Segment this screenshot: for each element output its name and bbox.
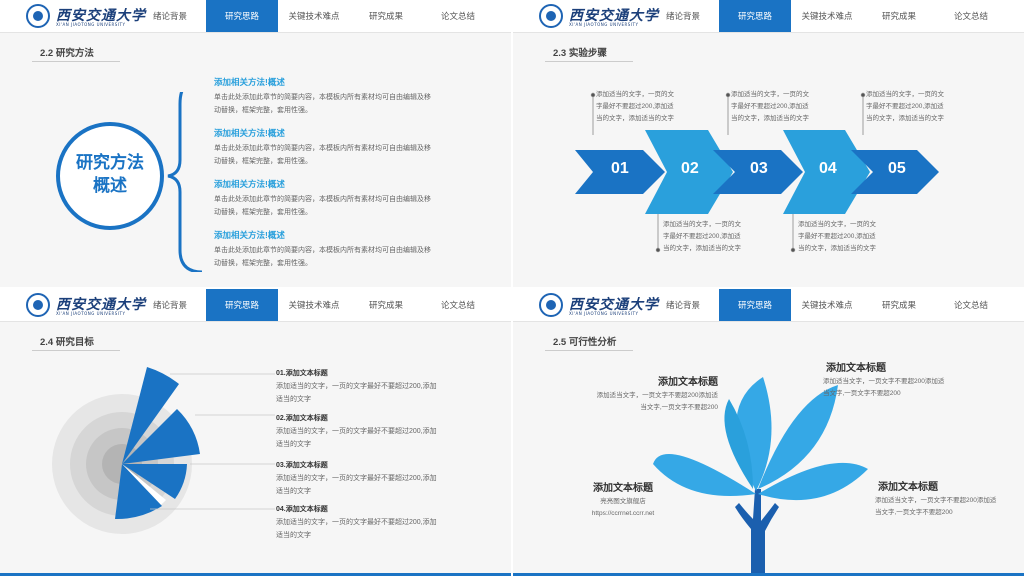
section-title: 2.2 研究方法 [40,48,94,59]
slide-research-goals: 西安交通大学 XI'AN JIAOTONG UNIVERSITY 绪论背景 研究… [0,289,511,576]
university-logo-icon [26,4,50,28]
block-body-2: 当文字,一页文字不要超200 [875,509,953,516]
circle-line-2: 概述 [93,176,127,195]
step-note-top: 添加适当的文字，一页的文 字最好不要超过200,添加适 当的文字，添加适当的文字 [731,89,809,125]
nav-item-summary[interactable]: 论文总结 [422,0,494,32]
method-item-body-1: 单击此处添加此章节的简要内容，本模板内所有素材均可自由编辑及移 [214,145,431,152]
block-title: 添加文本标题 [826,363,886,374]
tree-trunk-hand-icon [735,489,779,575]
slide-feasibility: 西安交通大学 XI'AN JIAOTONG UNIVERSITY 绪论背景 研究… [513,289,1024,576]
note-line: 字最好不要超过200,添加适 [798,233,876,240]
method-item: 添加相关方法!概述 单击此处添加此章节的简要内容，本模板内所有素材均可自由编辑及… [214,229,504,280]
note-line: 当的文字，添加适当的文字 [866,115,944,122]
step-note-bottom: 添加适当的文字，一页的文 字最好不要超过200,添加适 当的文字，添加适当的文字 [663,219,741,255]
note-line: 当的文字，添加适当的文字 [663,245,741,252]
block-body-1: 亮亮图文旗舰店 [600,498,646,505]
goal-item-title: 01.添加文本标题 [276,370,328,377]
goal-item: 04.添加文本标题 添加适当的文字，一页的文字最好不要超过200,添加 适当的文… [276,503,486,547]
note-line: 字最好不要超过200,添加适 [731,103,809,110]
method-list: 添加相关方法!概述 单击此处添加此章节的简要内容，本模板内所有素材均可自由编辑及… [214,76,504,280]
goal-item-title: 04.添加文本标题 [276,506,328,513]
method-item-body-2: 动替换，框架完整，套用性强。 [214,107,312,114]
feasibility-block: 添加文本标题 亮亮图文旗舰店 https://ccrrnet.ccrr.net [573,479,673,520]
brand-subtitle: XI'AN JIAOTONG UNIVERSITY [56,22,126,27]
step-label: 02 [681,160,699,177]
method-item-body-2: 动替换，框架完整，套用性强。 [214,260,312,267]
method-item-title: 添加相关方法!概述 [214,128,285,138]
note-line: 字最好不要超过200,添加适 [596,103,674,110]
method-item-title: 添加相关方法!概述 [214,77,285,87]
goal-item-body-1: 添加适当的文字，一页的文字最好不要超过200,添加 [276,475,437,482]
note-line: 当的文字，添加适当的文字 [798,245,876,252]
note-line: 添加适当的文字，一页的文 [866,91,944,98]
goal-item-body-1: 添加适当的文字，一页的文字最好不要超过200,添加 [276,519,437,526]
method-circle-text: 研究方法 概述 [40,151,180,197]
method-item: 添加相关方法!概述 单击此处添加此章节的简要内容，本模板内所有素材均可自由编辑及… [214,76,504,127]
note-line: 字最好不要超过200,添加适 [866,103,944,110]
note-line: 添加适当的文字，一页的文 [663,221,741,228]
method-item: 添加相关方法!概述 单击此处添加此章节的简要内容，本模板内所有素材均可自由编辑及… [214,178,504,229]
method-item-body-1: 单击此处添加此章节的简要内容，本模板内所有素材均可自由编辑及移 [214,196,431,203]
method-item-title: 添加相关方法!概述 [214,230,285,240]
goal-item: 01.添加文本标题 添加适当的文字，一页的文字最好不要超过200,添加 适当的文… [276,367,486,412]
note-line: 添加适当的文字，一页的文 [731,91,809,98]
goal-item: 02.添加文本标题 添加适当的文字，一页的文字最好不要超过200,添加 适当的文… [276,412,486,459]
goal-list: 01.添加文本标题 添加适当的文字，一页的文字最好不要超过200,添加 适当的文… [276,367,486,547]
note-line: 字最好不要超过200,添加适 [663,233,741,240]
note-line: 当的文字，添加适当的文字 [596,115,674,122]
method-item: 添加相关方法!概述 单击此处添加此章节的简要内容，本模板内所有素材均可自由编辑及… [214,127,504,178]
step-label: 05 [888,160,906,177]
method-item-title: 添加相关方法!概述 [214,179,285,189]
block-body-1: 添加适当文字，一页文字不要超200添加适 [596,392,718,399]
goal-item-title: 02.添加文本标题 [276,415,328,422]
steps-graphic [575,92,939,253]
nav-item-approach[interactable]: 研究思路 [206,0,278,32]
slide-research-method: 西安交通大学 XI'AN JIAOTONG UNIVERSITY 绪论背景 研究… [0,0,511,287]
step-note-bottom: 添加适当的文字，一页的文 字最好不要超过200,添加适 当的文字，添加适当的文字 [798,219,876,255]
feasibility-block: 添加文本标题 添加适当文字，一页文字不要超200添加适 当文字,一页文字不要超2… [558,373,718,414]
header: 西安交通大学 XI'AN JIAOTONG UNIVERSITY 绪论背景 研究… [0,0,511,33]
step-label: 01 [611,160,629,177]
feasibility-block: 添加文本标题 添加适当文字，一页文字不要超200添加适 当文字,一页文字不要超2… [875,478,1015,519]
slide-grid: 西安交通大学 XI'AN JIAOTONG UNIVERSITY 绪论背景 研究… [0,0,1024,577]
goal-item-body-1: 添加适当的文字，一页的文字最好不要超过200,添加 [276,428,437,435]
note-line: 添加适当的文字，一页的文 [596,91,674,98]
block-body-2: 当文字,一页文字不要超200 [823,390,901,397]
block-title: 添加文本标题 [593,483,653,494]
goal-item-body-1: 添加适当的文字，一页的文字最好不要超过200,添加 [276,383,437,390]
method-item-body-1: 单击此处添加此章节的简要内容，本模板内所有素材均可自由编辑及移 [214,94,431,101]
feasibility-block: 添加文本标题 添加适当文字，一页文字不要超200添加适 当文字,一页文字不要超2… [823,359,993,400]
circle-line-1: 研究方法 [76,153,144,172]
note-line: 当的文字，添加适当的文字 [731,115,809,122]
goal-item-body-2: 适当的文字 [276,441,311,448]
nav-item-difficulties[interactable]: 关键技术难点 [278,0,350,32]
note-line: 添加适当的文字，一页的文 [798,221,876,228]
footer-bar [513,573,1024,576]
top-nav: 绪论背景 研究思路 关键技术难点 研究成果 论文总结 [134,0,494,32]
method-item-body-2: 动替换，框架完整，套用性强。 [214,209,312,216]
goal-item: 03.添加文本标题 添加适当的文字，一页的文字最好不要超过200,添加 适当的文… [276,459,486,503]
section-underline [32,61,120,62]
block-title: 添加文本标题 [658,377,718,388]
goal-item-body-2: 适当的文字 [276,532,311,539]
tree-graphic [653,377,868,575]
step-note-top: 添加适当的文字，一页的文 字最好不要超过200,添加适 当的文字，添加适当的文字 [596,89,674,125]
nav-item-results[interactable]: 研究成果 [350,0,422,32]
method-item-body-1: 单击此处添加此章节的简要内容，本模板内所有素材均可自由编辑及移 [214,247,431,254]
footer-bar [0,573,511,576]
slide-experiment-steps: 西安交通大学 XI'AN JIAOTONG UNIVERSITY 绪论背景 研究… [513,0,1024,287]
method-item-body-2: 动替换，框架完整，套用性强。 [214,158,312,165]
block-body-2: 当文字,一页文字不要超200 [640,404,718,411]
step-label: 04 [819,160,837,177]
goal-item-body-2: 适当的文字 [276,396,311,403]
nav-item-background[interactable]: 绪论背景 [134,0,206,32]
block-title: 添加文本标题 [878,482,938,493]
block-body-2: https://ccrrnet.ccrr.net [591,510,655,517]
goal-item-title: 03.添加文本标题 [276,462,328,469]
step-label: 03 [750,160,768,177]
block-body-1: 添加适当文字，一页文字不要超200添加适 [875,497,997,504]
step-note-top: 添加适当的文字，一页的文 字最好不要超过200,添加适 当的文字，添加适当的文字 [866,89,944,125]
goal-item-body-2: 适当的文字 [276,488,311,495]
block-body-1: 添加适当文字，一页文字不要超200添加适 [823,378,945,385]
